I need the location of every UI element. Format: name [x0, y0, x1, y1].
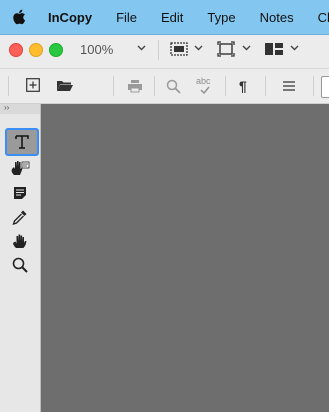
menu-edit[interactable]: Edit [149, 10, 195, 25]
minimize-window-button[interactable] [29, 43, 43, 57]
zoom-tool-button[interactable] [4, 253, 36, 277]
note-tool-button[interactable] [4, 156, 36, 180]
position-tool-button[interactable] [4, 181, 36, 205]
apple-icon[interactable] [12, 9, 26, 25]
fit-view-icon[interactable] [217, 41, 235, 57]
menu-file[interactable]: File [104, 10, 149, 25]
menu-type[interactable]: Type [195, 10, 247, 25]
zoom-chevron-down-icon[interactable] [137, 45, 146, 51]
eyedropper-icon [12, 210, 27, 225]
screen-mode-chevron-down-icon[interactable] [194, 45, 203, 51]
close-window-button[interactable] [9, 43, 23, 57]
document-canvas[interactable] [41, 104, 329, 412]
note-tool-icon [11, 161, 30, 175]
collapse-panel-icon[interactable]: ›› [4, 103, 9, 112]
main-toolbar [0, 69, 329, 104]
hand-icon [13, 234, 27, 248]
menu-cropped[interactable]: Ch [306, 10, 329, 25]
type-tool-icon [15, 135, 29, 149]
type-tool-button[interactable] [5, 128, 39, 156]
find-icon[interactable] [166, 79, 181, 94]
spellcheck-label: abc [196, 76, 211, 86]
eyedropper-tool-button[interactable] [4, 205, 36, 229]
menu-notes[interactable]: Notes [248, 10, 306, 25]
arrange-documents-icon[interactable] [264, 42, 284, 56]
arrange-chevron-down-icon[interactable] [290, 45, 299, 51]
tools-panel-header[interactable]: ›› [0, 103, 40, 114]
toolbar-field-cropped[interactable] [321, 76, 329, 98]
screen-mode-icon[interactable] [170, 42, 188, 56]
hand-tool-button[interactable] [4, 229, 36, 253]
fit-chevron-down-icon[interactable] [242, 45, 251, 51]
spellcheck-icon[interactable]: abc [195, 76, 217, 96]
zoom-icon [12, 257, 28, 273]
zoom-window-button[interactable] [49, 43, 63, 57]
menu-bar: InCopy File Edit Type Notes Ch [0, 0, 329, 35]
add-icon[interactable] [26, 78, 40, 92]
position-tool-icon [14, 187, 26, 199]
menu-app-name[interactable]: InCopy [34, 10, 104, 25]
pilcrow-icon[interactable]: ¶ [239, 78, 247, 94]
menu-icon[interactable] [283, 81, 295, 91]
open-folder-icon[interactable] [56, 79, 74, 92]
print-icon[interactable] [127, 79, 143, 93]
zoom-level[interactable]: 100% [80, 42, 113, 57]
